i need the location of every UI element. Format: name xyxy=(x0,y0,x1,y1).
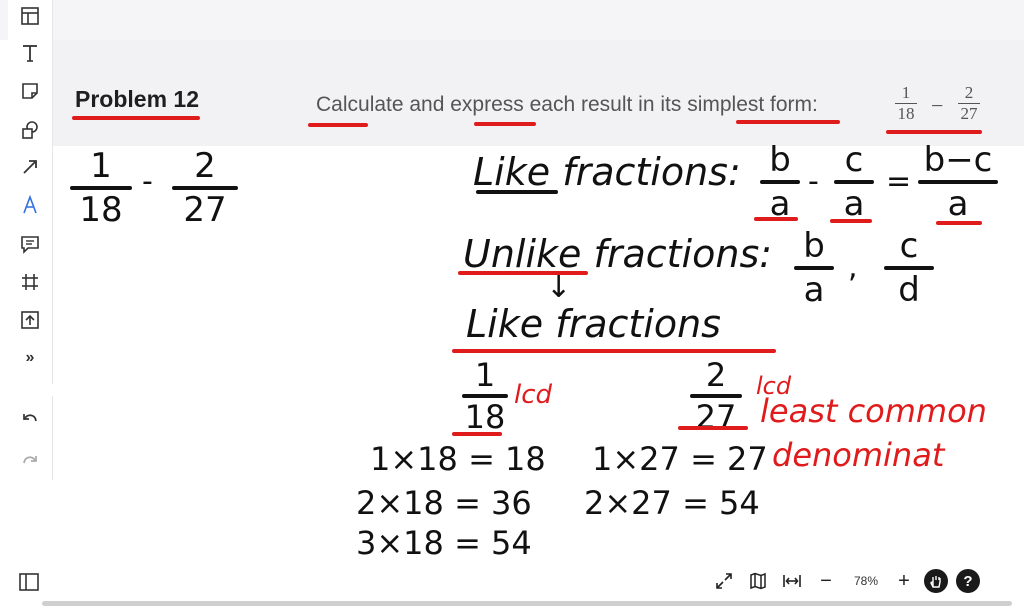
like-n2: c xyxy=(844,140,864,180)
header-frac1-den: 18 xyxy=(897,104,915,123)
unlike-comma: , xyxy=(848,250,858,285)
left-fraction-1: 1 18 xyxy=(70,146,132,230)
mult27-row-1: 1×27 = 27 xyxy=(592,440,768,478)
canvas-controls: − 78% + ? xyxy=(710,562,1024,600)
like-fractions-label: Like fractions: xyxy=(473,150,741,194)
like-frac-b-a: b a xyxy=(760,140,800,224)
like-n1: b xyxy=(769,140,791,180)
pen-icon[interactable] xyxy=(18,193,42,217)
unlike-frac-b-a: b a xyxy=(794,226,834,310)
frac-a-den: 18 xyxy=(464,398,506,436)
shapes-icon[interactable] xyxy=(18,118,42,142)
unlike-frac-c-d: c d xyxy=(884,226,934,310)
header-fraction-1: 1 18 xyxy=(895,84,917,123)
top-strip xyxy=(0,0,1024,40)
underline-fractions xyxy=(886,130,982,134)
frac-2-27: 2 27 xyxy=(690,356,742,436)
left-fraction-2: 2 27 xyxy=(172,146,238,230)
left-frac1-den: 18 xyxy=(79,190,123,230)
like-frac-c-a: c a xyxy=(834,140,874,224)
frame-icon[interactable] xyxy=(18,270,42,294)
left-toolbar: » xyxy=(8,0,53,384)
unlike-d2: d xyxy=(898,270,920,310)
more-icon[interactable]: » xyxy=(18,346,42,370)
frac-1-18: 1 18 xyxy=(462,356,508,436)
left-frac1-num: 1 xyxy=(90,146,112,186)
like-equals: = xyxy=(886,164,912,199)
underline-18 xyxy=(452,432,502,436)
upload-icon[interactable] xyxy=(18,308,42,332)
unlike-d1: a xyxy=(803,270,825,310)
like-n3: b−c xyxy=(923,140,993,180)
down-arrow: ↓ xyxy=(546,270,572,305)
lcd-text-line1: least common xyxy=(760,392,987,430)
instruction-text: Calculate and express each result in its… xyxy=(316,93,818,116)
like-d2: a xyxy=(843,184,865,224)
red-mark-a3 xyxy=(936,221,982,225)
redo-icon[interactable] xyxy=(18,450,42,474)
like-underline xyxy=(476,190,558,194)
undo-icon[interactable] xyxy=(18,408,42,432)
history-panel xyxy=(8,396,53,480)
zoom-level[interactable]: 78% xyxy=(846,574,886,588)
map-icon[interactable] xyxy=(744,567,772,595)
zoom-in-button[interactable]: + xyxy=(890,567,918,595)
frac-b-num: 2 xyxy=(705,356,727,394)
expand-icon[interactable] xyxy=(710,567,738,595)
unlike-n1: b xyxy=(803,226,825,266)
lcd-mark-1: lcd xyxy=(514,380,553,410)
frac-b-den: 27 xyxy=(695,398,737,436)
left-operator: - xyxy=(142,164,153,199)
left-frac2-num: 2 xyxy=(194,146,216,186)
unlike-fractions-label: Unlike fractions: xyxy=(463,232,773,276)
comment-icon[interactable] xyxy=(18,232,42,256)
mult18-row-2: 2×18 = 36 xyxy=(356,484,532,522)
sidebar-toggle-icon[interactable] xyxy=(18,572,40,592)
header-frac1-num: 1 xyxy=(901,83,911,102)
unlike-n2: c xyxy=(899,226,919,266)
horizontal-scrollbar[interactable] xyxy=(42,601,1012,606)
header-fraction-2: 2 27 xyxy=(958,84,980,123)
mult18-row-3: 3×18 = 54 xyxy=(356,524,532,562)
like-frac-result: b−c a xyxy=(918,140,998,224)
fit-width-icon[interactable] xyxy=(778,567,806,595)
red-mark-a1 xyxy=(754,217,798,221)
text-icon[interactable] xyxy=(18,41,42,65)
header-frac2-num: 2 xyxy=(964,83,974,102)
frac-a-num: 1 xyxy=(474,356,496,394)
header-operator: − xyxy=(931,93,944,118)
zoom-out-button[interactable]: − xyxy=(812,567,840,595)
hand-tool-icon[interactable] xyxy=(924,569,948,593)
like-minus: - xyxy=(808,164,819,199)
like-fractions-label-2: Like fractions xyxy=(466,302,721,346)
header-frac2-den: 27 xyxy=(960,104,978,123)
left-frac2-den: 27 xyxy=(183,190,227,230)
underline-calculate xyxy=(308,123,368,127)
arrow-icon[interactable] xyxy=(18,155,42,179)
lcd-text-line2: denominat xyxy=(772,436,945,474)
mult18-row-1: 1×18 = 18 xyxy=(370,440,546,478)
like-d3: a xyxy=(947,184,969,224)
underline-simplest xyxy=(736,120,840,124)
red-mark-a2 xyxy=(830,219,872,223)
mult27-row-2: 2×27 = 54 xyxy=(584,484,760,522)
underline-27 xyxy=(678,426,748,430)
sticky-note-icon[interactable] xyxy=(18,79,42,103)
layout-icon[interactable] xyxy=(18,4,42,28)
title-underline xyxy=(72,116,200,120)
problem-title: Problem 12 xyxy=(75,86,199,112)
help-button[interactable]: ? xyxy=(956,569,980,593)
like-underline-2 xyxy=(452,349,776,353)
underline-express xyxy=(474,122,536,126)
